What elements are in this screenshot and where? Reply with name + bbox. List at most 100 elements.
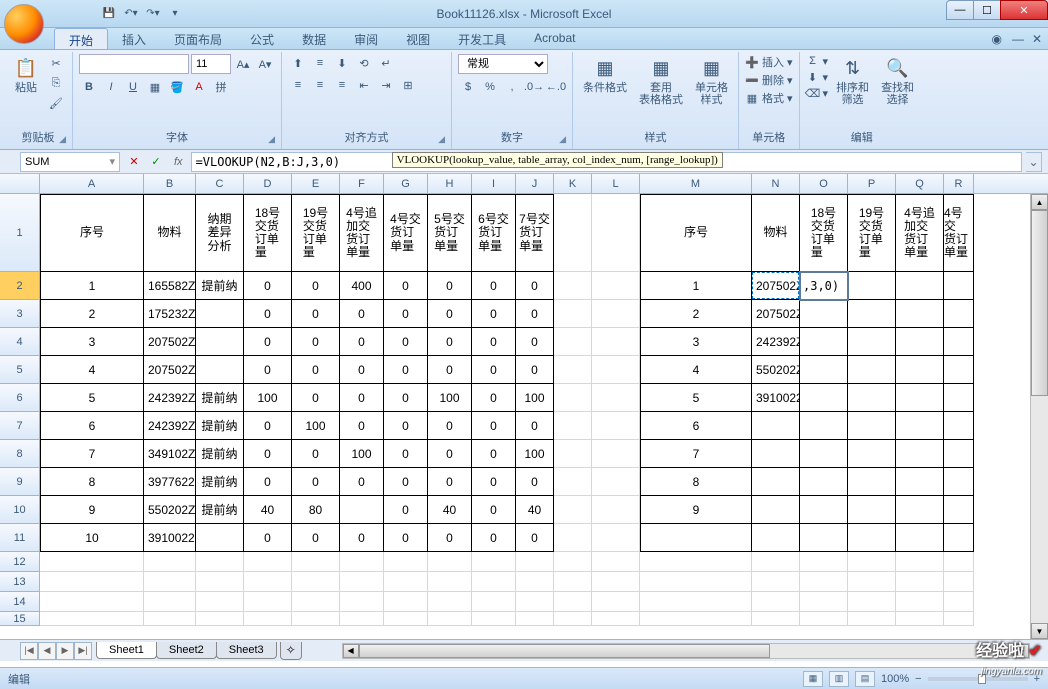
cell[interactable]: [554, 272, 592, 300]
cell[interactable]: [896, 496, 944, 524]
cell[interactable]: [244, 572, 292, 592]
column-header[interactable]: H: [428, 174, 472, 193]
cell[interactable]: [752, 552, 800, 572]
cell[interactable]: [944, 524, 974, 552]
cell[interactable]: [428, 552, 472, 572]
font-size-input[interactable]: [191, 54, 231, 74]
column-header[interactable]: J: [516, 174, 554, 193]
cell[interactable]: 4号交 货订 单量: [944, 194, 974, 272]
cell[interactable]: 0: [384, 440, 428, 468]
cell[interactable]: [800, 328, 848, 356]
horizontal-scrollbar[interactable]: ◀ ▶: [342, 643, 1030, 659]
border-icon[interactable]: ▦: [145, 78, 165, 96]
cell[interactable]: 0: [292, 440, 340, 468]
cell[interactable]: 2: [40, 300, 144, 328]
cell[interactable]: 0: [244, 328, 292, 356]
cell[interactable]: 207502ZW0B: [752, 300, 800, 328]
cell[interactable]: 序号: [640, 194, 752, 272]
view-page-break-icon[interactable]: ▤: [855, 671, 875, 687]
cell[interactable]: [944, 468, 974, 496]
cell[interactable]: 0: [384, 524, 428, 552]
cell[interactable]: [292, 572, 340, 592]
cell[interactable]: 提前纳: [196, 272, 244, 300]
row-header[interactable]: 1: [0, 194, 40, 272]
cell[interactable]: 6号交 货订 单量: [472, 194, 516, 272]
cell[interactable]: [848, 412, 896, 440]
cancel-formula-icon[interactable]: ✕: [124, 153, 144, 171]
cell[interactable]: [944, 612, 974, 626]
cell[interactable]: 0: [384, 300, 428, 328]
cell[interactable]: [752, 524, 800, 552]
cell[interactable]: [196, 328, 244, 356]
cell[interactable]: 19号 交货 订单 量: [848, 194, 896, 272]
cell[interactable]: 0: [244, 468, 292, 496]
cell[interactable]: [384, 572, 428, 592]
currency-icon[interactable]: $: [458, 78, 478, 96]
cell[interactable]: [752, 412, 800, 440]
cell[interactable]: 物料: [144, 194, 196, 272]
cell[interactable]: [592, 356, 640, 384]
comma-icon[interactable]: ,: [502, 78, 522, 96]
tab-home[interactable]: 开始: [54, 28, 108, 49]
sheet-tab[interactable]: Sheet3: [216, 642, 277, 659]
cell[interactable]: [592, 412, 640, 440]
cell[interactable]: 提前纳: [196, 412, 244, 440]
workbook-close-icon[interactable]: ✕: [1032, 32, 1042, 46]
cell[interactable]: 0: [340, 356, 384, 384]
add-sheet-icon[interactable]: ✧: [280, 642, 302, 660]
cell[interactable]: 0: [472, 300, 516, 328]
cell[interactable]: 0: [516, 272, 554, 300]
cell[interactable]: 物料: [752, 194, 800, 272]
cell[interactable]: 0: [340, 468, 384, 496]
decrease-font-icon[interactable]: A▾: [255, 55, 275, 73]
cell[interactable]: [800, 440, 848, 468]
cell[interactable]: [554, 524, 592, 552]
cell[interactable]: 0: [472, 356, 516, 384]
cell[interactable]: [752, 496, 800, 524]
bold-icon[interactable]: B: [79, 78, 99, 96]
cell[interactable]: 4: [640, 356, 752, 384]
cell[interactable]: 349102ZS6A: [144, 440, 196, 468]
row-header[interactable]: 7: [0, 412, 40, 440]
tab-nav-first-icon[interactable]: |◀: [20, 642, 38, 660]
cell[interactable]: [944, 328, 974, 356]
cell[interactable]: [144, 612, 196, 626]
cell[interactable]: [944, 592, 974, 612]
tab-nav-prev-icon[interactable]: ◀: [38, 642, 56, 660]
cell[interactable]: [516, 592, 554, 612]
find-select-button[interactable]: 🔍查找和 选择: [877, 54, 918, 108]
office-button[interactable]: [4, 4, 44, 44]
cell[interactable]: 0: [244, 524, 292, 552]
cell[interactable]: 提前纳: [196, 496, 244, 524]
tab-view[interactable]: 视图: [392, 28, 444, 49]
cell[interactable]: 207502ZW0B: [144, 356, 196, 384]
formula-expand-icon[interactable]: ⌄: [1026, 152, 1042, 172]
column-header[interactable]: L: [592, 174, 640, 193]
increase-indent-icon[interactable]: ⇥: [376, 76, 396, 94]
cell[interactable]: 0: [472, 412, 516, 440]
cell[interactable]: [752, 468, 800, 496]
view-page-layout-icon[interactable]: ▥: [829, 671, 849, 687]
cell[interactable]: 0: [384, 468, 428, 496]
cell[interactable]: [592, 592, 640, 612]
cell[interactable]: [144, 592, 196, 612]
cell[interactable]: 0: [472, 328, 516, 356]
cell[interactable]: 7: [640, 440, 752, 468]
redo-icon[interactable]: ↷▾: [144, 5, 162, 23]
cell[interactable]: 3910022S00: [752, 384, 800, 412]
cell[interactable]: 0: [472, 496, 516, 524]
close-button[interactable]: ✕: [1000, 0, 1048, 20]
cell[interactable]: 5号交 货订 单量: [428, 194, 472, 272]
column-header[interactable]: P: [848, 174, 896, 193]
undo-icon[interactable]: ↶▾: [122, 5, 140, 23]
column-header[interactable]: B: [144, 174, 196, 193]
cell[interactable]: [340, 552, 384, 572]
cell[interactable]: 0: [472, 272, 516, 300]
cell[interactable]: [848, 356, 896, 384]
cell[interactable]: 9: [640, 496, 752, 524]
cell[interactable]: [848, 592, 896, 612]
cell[interactable]: [896, 440, 944, 468]
cell[interactable]: 7: [40, 440, 144, 468]
cell[interactable]: [592, 552, 640, 572]
cell[interactable]: [800, 612, 848, 626]
